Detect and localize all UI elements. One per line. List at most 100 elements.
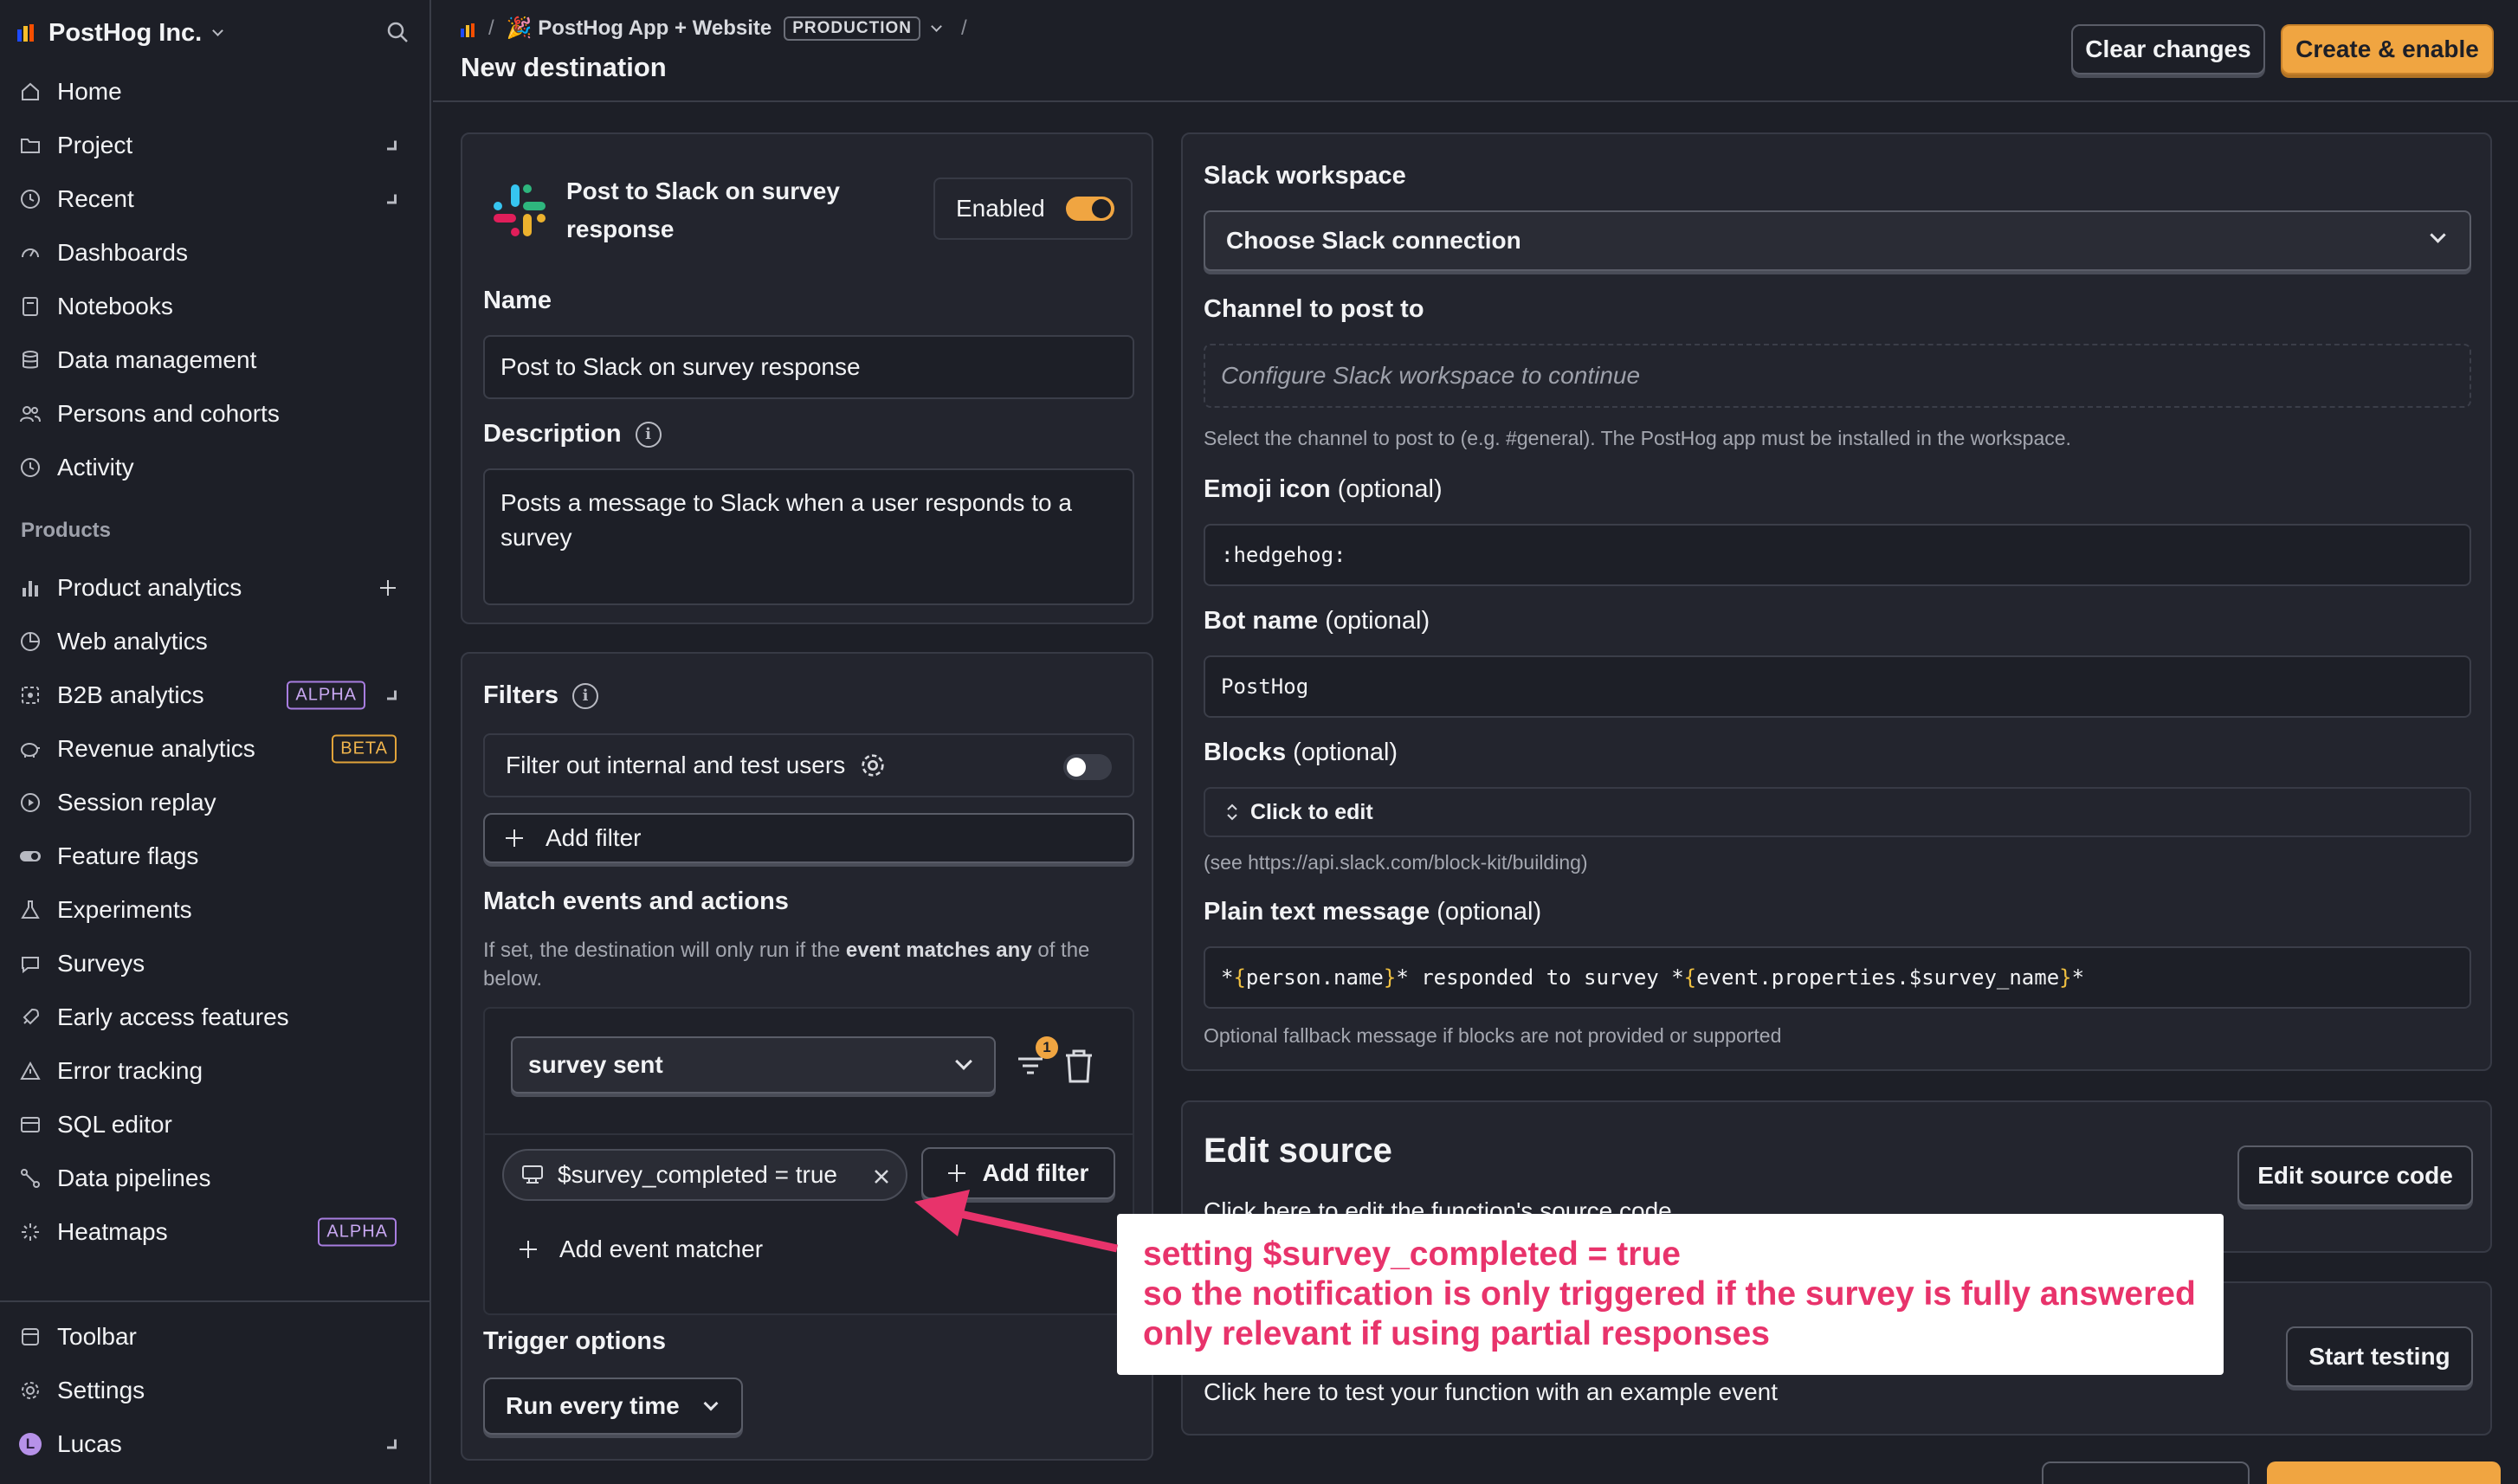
org-name: PostHog Inc. [48, 18, 203, 47]
close-icon[interactable] [873, 1168, 890, 1185]
notebook-icon [19, 295, 42, 318]
sidebar-item-settings[interactable]: Settings [19, 1367, 417, 1414]
channel-input[interactable]: Configure Slack workspace to continue [1204, 344, 2471, 408]
sidebar-item-data-pipelines[interactable]: Data pipelines [19, 1155, 417, 1202]
match-help-bold: event matches any [845, 939, 1032, 962]
sidebar-item-error-tracking[interactable]: Error tracking [19, 1048, 417, 1094]
trash-icon[interactable] [1062, 1047, 1096, 1085]
piggy-bank-icon [19, 738, 42, 760]
posthog-logo-icon [461, 20, 476, 37]
footer-primary-button-partial[interactable] [2267, 1461, 2501, 1484]
sidebar-item-session-replay[interactable]: Session replay [19, 779, 417, 826]
internal-users-filter[interactable]: Filter out internal and test users [483, 733, 1134, 797]
gear-icon[interactable] [859, 752, 887, 779]
activity-icon [19, 456, 42, 479]
sidebar-item-recent[interactable]: Recent [19, 176, 417, 223]
sidebar-item-home[interactable]: Home [19, 68, 417, 115]
footer-button-partial[interactable] [2042, 1461, 2250, 1484]
sidebar-item-revenue-analytics[interactable]: Revenue analytics BETA [19, 726, 417, 772]
sidebar-item-user[interactable]: L Lucas [19, 1421, 417, 1468]
add-event-matcher-button[interactable]: Add event matcher [520, 1236, 763, 1263]
sidebar-item-label: Revenue analytics [57, 735, 255, 762]
annotation-arrow-icon [914, 1190, 1118, 1253]
info-icon[interactable]: i [572, 682, 599, 709]
sidebar-item-product-analytics[interactable]: Product analytics [19, 565, 417, 611]
page-title: New destination [461, 52, 667, 82]
start-testing-button[interactable]: Start testing [2286, 1326, 2473, 1387]
trigger-select[interactable]: Run every time [483, 1378, 743, 1435]
bot-name-label-row: Bot name (optional) [1204, 607, 1430, 636]
breadcrumb-project[interactable]: 🎉 PostHog App + Website [507, 16, 772, 41]
sidebar-item-surveys[interactable]: Surveys [19, 940, 417, 987]
clear-changes-button[interactable]: Clear changes [2071, 24, 2265, 74]
annotation-line: so the notification is only triggered if… [1143, 1275, 2196, 1313]
sidebar-item-project[interactable]: Project [19, 122, 417, 169]
match-title: Match events and actions [483, 887, 789, 915]
posthog-logo-icon [17, 24, 36, 42]
info-icon[interactable]: i [635, 421, 662, 448]
replay-icon [19, 791, 42, 814]
blocks-editor-label: Click to edit [1250, 799, 1373, 824]
sidebar-item-experiments[interactable]: Experiments [19, 887, 417, 933]
sidebar-item-toolbar[interactable]: Toolbar [19, 1313, 417, 1360]
sidebar-item-label: Recent [57, 185, 134, 212]
description-textarea[interactable]: Posts a message to Slack when a user res… [483, 468, 1134, 605]
template-brace: { [1683, 965, 1697, 990]
message-template-var: event.properties.$survey_name [1696, 965, 2060, 990]
annotation-line: setting $survey_completed = true [1143, 1236, 1681, 1273]
emoji-label: Emoji icon [1204, 475, 1331, 503]
add-filter-label: Add filter [546, 824, 642, 851]
create-enable-button[interactable]: Create & enable [2281, 24, 2494, 74]
sidebar-item-data-management[interactable]: Data management [19, 337, 417, 384]
destination-title: Post to Slack on survey response [566, 177, 840, 242]
optional-label: (optional) [1437, 898, 1542, 926]
bot-name-input[interactable]: PostHog [1204, 655, 2471, 718]
sidebar-item-heatmaps[interactable]: Heatmaps ALPHA [19, 1209, 417, 1255]
chevron-down-icon [212, 24, 224, 36]
workspace-select[interactable]: Choose Slack connection [1204, 210, 2471, 271]
chevron-right-icon [387, 194, 397, 204]
sidebar-item-label: Lucas [57, 1430, 122, 1457]
chevron-down-icon[interactable] [931, 21, 942, 32]
sidebar-item-label: Data management [57, 346, 257, 373]
plus-icon[interactable] [380, 580, 396, 596]
search-icon[interactable] [386, 21, 409, 43]
sidebar-divider [0, 1300, 429, 1302]
filters-title: Filters [483, 681, 559, 709]
event-select-value: survey sent [528, 1051, 663, 1078]
property-filter-chip[interactable]: $survey_completed = true [502, 1149, 907, 1201]
name-input[interactable]: Post to Slack on survey response [483, 335, 1134, 399]
sidebar-item-persons[interactable]: Persons and cohorts [19, 390, 417, 437]
optional-label: (optional) [1337, 475, 1443, 503]
chevron-right-icon [387, 1439, 397, 1449]
blocks-editor[interactable]: Click to edit [1204, 787, 2471, 837]
sidebar-item-label: Error tracking [57, 1057, 203, 1084]
sidebar-item-sql-editor[interactable]: SQL editor [19, 1101, 417, 1148]
clock-icon [19, 188, 42, 210]
workspace-select-value: Choose Slack connection [1226, 227, 1521, 254]
sidebar-item-feature-flags[interactable]: Feature flags [19, 833, 417, 880]
internal-users-toggle[interactable] [1063, 754, 1112, 780]
breadcrumb: / 🎉 PostHog App + Website PRODUCTION / [461, 16, 967, 41]
sidebar-item-b2b-analytics[interactable]: B2B analytics ALPHA [19, 672, 417, 719]
toolbar-icon [19, 1326, 42, 1348]
emoji-input[interactable]: :hedgehog: [1204, 524, 2471, 586]
sidebar-item-label: Web analytics [57, 628, 208, 655]
sidebar-item-web-analytics[interactable]: Web analytics [19, 618, 417, 665]
add-filter-button[interactable]: Add filter [483, 813, 1134, 863]
enabled-switch[interactable]: Enabled [933, 177, 1133, 240]
org-switcher[interactable]: PostHog Inc. [17, 16, 224, 50]
sidebar-item-early-access[interactable]: Early access features [19, 994, 417, 1041]
message-input[interactable]: *{person.name} * responded to survey *{ev… [1204, 946, 2471, 1009]
chevron-down-icon [2430, 227, 2446, 243]
sidebar-item-notebooks[interactable]: Notebooks [19, 283, 417, 330]
sidebar-item-activity[interactable]: Activity [19, 444, 417, 491]
chevron-right-icon [387, 690, 397, 700]
beta-badge: BETA [332, 734, 397, 764]
enabled-toggle[interactable] [1065, 197, 1114, 221]
folder-icon [19, 134, 42, 157]
event-select[interactable]: survey sent [511, 1036, 996, 1094]
edit-source-button[interactable]: Edit source code [2237, 1145, 2473, 1206]
sidebar-item-label: Data pipelines [57, 1165, 211, 1191]
sidebar-item-dashboards[interactable]: Dashboards [19, 229, 417, 276]
